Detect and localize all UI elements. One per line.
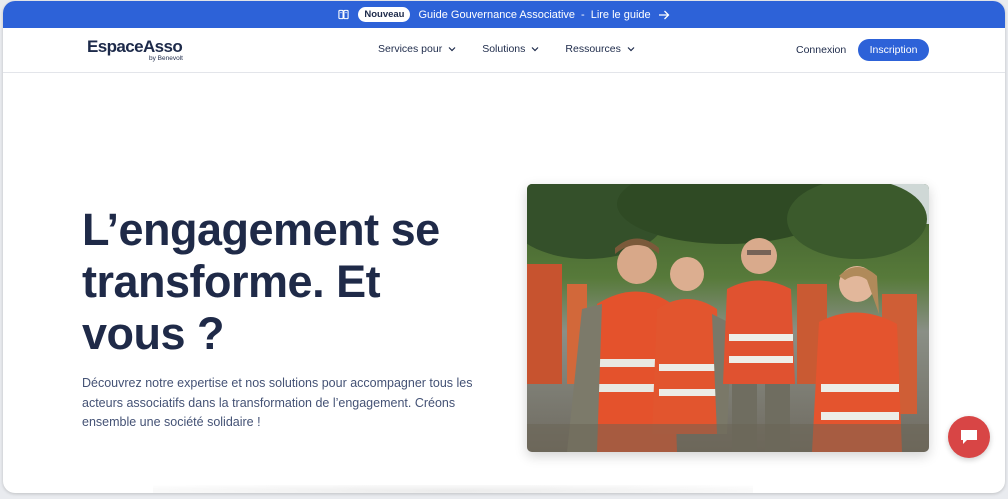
announcement-bar[interactable]: Nouveau Guide Gouvernance Associative - … <box>3 1 1005 28</box>
nav-services-pour[interactable]: Services pour <box>378 43 456 55</box>
logo[interactable]: EspaceAsso by Benevolt <box>87 37 183 63</box>
book-icon <box>338 9 349 20</box>
hero-title-line: vous ? <box>82 308 225 359</box>
announcement-link[interactable]: Lire le guide <box>591 9 651 21</box>
section-shadow <box>153 485 753 493</box>
nav-solutions[interactable]: Solutions <box>482 43 539 55</box>
nav-label: Ressources <box>565 43 621 55</box>
hero-title-line: transforme. Et <box>82 256 381 307</box>
chevron-down-icon <box>448 47 456 52</box>
nav-label: Services pour <box>378 43 443 55</box>
logo-byline: by Benevolt <box>149 55 183 62</box>
arrow-right-icon[interactable] <box>658 10 670 20</box>
chat-bubble-icon <box>961 430 977 444</box>
hero-title-line: L’engagement se <box>82 204 440 255</box>
chevron-down-icon <box>627 47 635 52</box>
nav-label: Solutions <box>482 43 526 55</box>
chevron-down-icon <box>531 47 539 52</box>
nav-ressources[interactable]: Ressources <box>565 43 635 55</box>
hero-description: Découvrez notre expertise et nos solutio… <box>82 376 473 429</box>
announcement-title: Guide Gouvernance Associative <box>418 8 576 21</box>
new-badge: Nouveau <box>358 7 411 22</box>
logo-brand: EspaceAsso <box>87 37 183 56</box>
hero-title: L’engagement se transforme. Et vous ? <box>82 204 502 360</box>
browser-page: Nouveau Guide Gouvernance Associative - … <box>3 1 1005 493</box>
hero-photo <box>527 184 929 452</box>
announcement-separator: - <box>581 8 585 21</box>
main-nav: Services pour Solutions Ressources <box>378 43 635 55</box>
signup-button[interactable]: Inscription <box>858 39 929 61</box>
site-header: EspaceAsso by Benevolt Services pour Sol… <box>3 28 1005 73</box>
chat-button[interactable] <box>948 416 990 458</box>
login-link[interactable]: Connexion <box>796 44 846 56</box>
